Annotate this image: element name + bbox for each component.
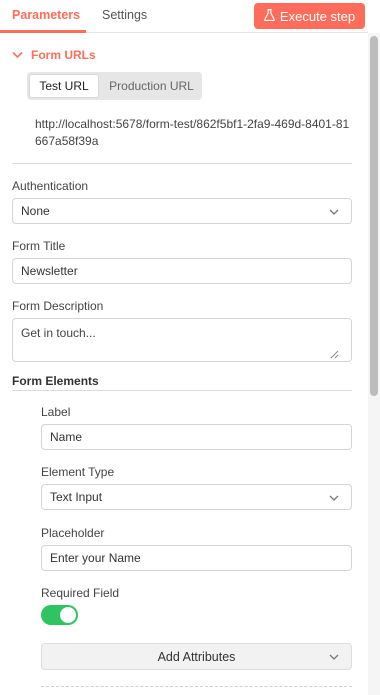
chevron-down-icon bbox=[327, 650, 341, 664]
url-type-toggle: Test URL Production URL bbox=[27, 72, 202, 100]
form-description-value: Get in touch... bbox=[21, 326, 96, 340]
add-attributes-button[interactable]: Add Attributes bbox=[41, 643, 352, 670]
required-field-toggle[interactable] bbox=[41, 605, 78, 625]
production-url-option[interactable]: Production URL bbox=[103, 74, 200, 98]
required-field-label: Required Field bbox=[41, 586, 120, 600]
tab-parameters[interactable]: Parameters bbox=[12, 8, 80, 22]
dashed-divider bbox=[41, 686, 352, 687]
add-attributes-label: Add Attributes bbox=[157, 649, 236, 664]
chevron-down-icon bbox=[12, 48, 23, 62]
active-tab-indicator bbox=[0, 30, 86, 33]
resize-handle-icon[interactable] bbox=[329, 348, 339, 359]
placeholder-value: Enter your Name bbox=[50, 551, 141, 565]
placeholder-input[interactable]: Enter your Name bbox=[41, 545, 352, 571]
chevron-down-icon bbox=[327, 491, 341, 505]
element-type-label: Element Type bbox=[41, 465, 115, 479]
form-urls-toggle[interactable]: Form URLs bbox=[12, 48, 96, 62]
form-elements-heading: Form Elements bbox=[12, 374, 99, 388]
element-label-label: Label bbox=[41, 405, 71, 419]
element-label-input[interactable]: Name bbox=[41, 424, 352, 450]
form-url-text[interactable]: http://localhost:5678/form-test/862f5bf1… bbox=[35, 116, 353, 150]
flask-icon bbox=[264, 8, 275, 24]
placeholder-label: Placeholder bbox=[41, 526, 105, 540]
authentication-label: Authentication bbox=[12, 179, 89, 193]
form-description-label: Form Description bbox=[12, 299, 104, 313]
divider bbox=[12, 163, 352, 164]
authentication-value: None bbox=[21, 204, 50, 218]
chevron-down-icon bbox=[327, 205, 341, 219]
tab-settings[interactable]: Settings bbox=[102, 8, 147, 22]
form-description-textarea[interactable]: Get in touch... bbox=[12, 318, 352, 362]
form-title-label: Form Title bbox=[12, 239, 66, 253]
element-label-value: Name bbox=[50, 430, 83, 444]
form-title-value: Newsletter bbox=[21, 264, 78, 278]
divider bbox=[12, 390, 352, 391]
execute-step-button[interactable]: Execute step bbox=[254, 3, 365, 29]
element-type-value: Text Input bbox=[50, 490, 103, 504]
authentication-select[interactable]: None bbox=[12, 198, 352, 224]
element-type-select[interactable]: Text Input bbox=[41, 484, 352, 510]
form-urls-title: Form URLs bbox=[31, 48, 96, 62]
form-title-input[interactable]: Newsletter bbox=[12, 258, 352, 284]
execute-step-label: Execute step bbox=[279, 8, 356, 24]
tab-bar: Parameters Settings Execute step bbox=[0, 0, 368, 33]
scrollbar-thumb[interactable] bbox=[370, 36, 378, 396]
test-url-option[interactable]: Test URL bbox=[29, 74, 99, 98]
toggle-knob bbox=[60, 607, 76, 623]
